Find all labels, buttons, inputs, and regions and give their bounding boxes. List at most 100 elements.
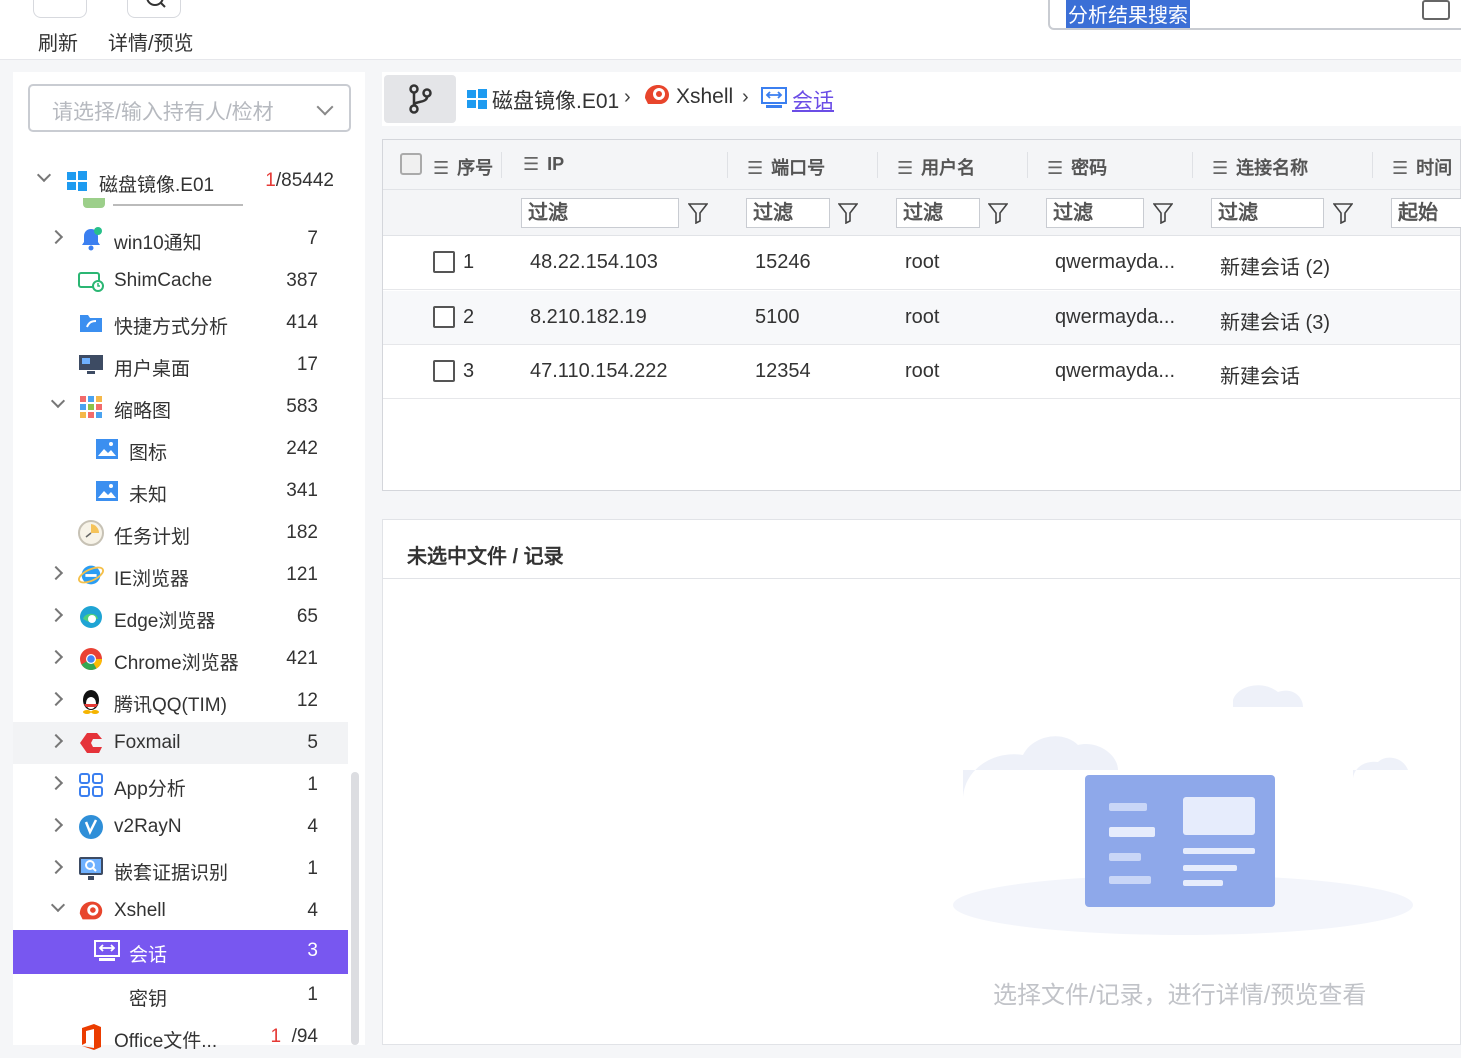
column-divider[interactable]: [1372, 152, 1373, 178]
column-divider[interactable]: [1192, 152, 1193, 178]
tree-item-label: 任务计划: [114, 527, 191, 548]
breadcrumb-root[interactable]: 磁盘镜像.E01: [492, 85, 619, 115]
breadcrumb-app[interactable]: Xshell: [676, 85, 733, 109]
tree-item-scheduled-tasks[interactable]: 任务计划 182: [13, 512, 348, 554]
tree-item-app-analysis[interactable]: App分析 1: [13, 764, 348, 806]
tree-item-v2rayn[interactable]: v2RayN 4: [13, 806, 348, 848]
column-header-index[interactable]: ☰ 序号: [433, 154, 493, 180]
tree-item-label: Xshell: [114, 900, 166, 921]
cell-password: qwermayda...: [1055, 306, 1176, 328]
tree-item-user-desktop[interactable]: 用户桌面 17: [13, 344, 348, 386]
ie-icon: [77, 561, 105, 589]
tree-item-unknown[interactable]: 未知 341: [13, 470, 348, 512]
chevron-down-icon[interactable]: [50, 393, 66, 409]
chevron-down-icon[interactable]: [36, 167, 52, 183]
filter-icon[interactable]: [838, 202, 858, 224]
tree-item-xshell[interactable]: Xshell 4: [13, 890, 348, 932]
cell-username: root: [905, 251, 940, 273]
tree-item-shortcut-analysis[interactable]: 快捷方式分析 414: [13, 302, 348, 344]
refresh-label[interactable]: 刷新: [38, 27, 78, 56]
chevron-right-icon[interactable]: [48, 229, 64, 245]
detail-preview-button[interactable]: [127, 0, 181, 18]
tree-item-thumbnails[interactable]: 缩略图 583: [13, 386, 348, 428]
edge-icon: [77, 603, 105, 631]
keyboard-icon[interactable]: [1422, 0, 1450, 20]
username-filter-input[interactable]: 过滤: [896, 198, 980, 228]
desktop-icon: [77, 351, 105, 379]
chevron-right-icon[interactable]: [48, 733, 64, 749]
detail-preview-label[interactable]: 详情/预览: [108, 27, 194, 56]
breadcrumb-separator: ›: [742, 86, 749, 108]
owner-select[interactable]: 请选择/输入持有人/检材: [28, 84, 351, 132]
row-checkbox[interactable]: [433, 251, 455, 273]
ip-filter-input[interactable]: 过滤: [521, 198, 679, 228]
tree-item-qq[interactable]: 腾讯QQ(TIM) 12: [13, 680, 348, 722]
tree-item-count: 65: [296, 606, 318, 627]
branch-toggle-button[interactable]: [384, 75, 456, 123]
chevron-right-icon[interactable]: [48, 649, 64, 665]
refresh-button[interactable]: [33, 0, 87, 18]
table-row[interactable]: 1 48.22.154.103 15246 root qwermayda... …: [383, 236, 1460, 290]
cell-port: 5100: [755, 306, 800, 328]
tree-item-keys[interactable]: 密钥 1: [13, 974, 348, 1016]
tree-item-count: 5: [307, 732, 318, 753]
tree-item-count: 421: [286, 648, 318, 669]
tree-item-shimcache[interactable]: ShimCache 387: [13, 260, 348, 302]
chevron-down-icon[interactable]: [50, 897, 66, 913]
tree-item-office-files[interactable]: Office文件... 1 /94: [13, 1016, 348, 1058]
preview-panel: 未选中文件 / 记录 选择文件/记录，进行详情/预览查看: [382, 519, 1461, 1045]
breadcrumb-current[interactable]: 会话: [792, 85, 834, 115]
tree-item-label: 密钥: [129, 989, 168, 1010]
empty-illustration: [953, 685, 1413, 935]
chevron-right-icon[interactable]: [48, 565, 64, 581]
table-row[interactable]: 2 8.210.182.19 5100 root qwermayda... 新建…: [383, 291, 1460, 345]
tree-item-win10-notify[interactable]: win10通知 7: [13, 218, 348, 260]
tree-item-edge-browser[interactable]: Edge浏览器 65: [13, 596, 348, 638]
select-all-checkbox[interactable]: [400, 153, 422, 175]
tree-item-sessions[interactable]: 会话 3: [13, 930, 348, 974]
search-icon: [146, 0, 166, 8]
port-filter-input[interactable]: 过滤: [746, 198, 830, 228]
filter-icon[interactable]: [688, 202, 708, 224]
tree-item-label: 会话: [129, 945, 168, 966]
chevron-right-icon[interactable]: [48, 817, 64, 833]
office-icon: [77, 1023, 105, 1051]
column-header-password[interactable]: ☰ 密码: [1047, 154, 1107, 180]
chevron-right-icon[interactable]: [48, 859, 64, 875]
tree-item-ie-browser[interactable]: IE浏览器 121: [13, 554, 348, 596]
tree-item-chrome-browser[interactable]: Chrome浏览器 421: [13, 638, 348, 680]
column-divider[interactable]: [1027, 152, 1028, 178]
column-header-ip[interactable]: ☰ IP: [523, 154, 564, 175]
cell-index: 1: [463, 251, 475, 273]
tree-item-foxmail[interactable]: Foxmail 5: [13, 722, 348, 764]
connection-name-filter-input[interactable]: 过滤: [1211, 198, 1324, 228]
breadcrumb: 磁盘镜像.E01 › Xshell › 会话: [382, 72, 1461, 126]
column-divider[interactable]: [727, 152, 728, 178]
password-filter-input[interactable]: 过滤: [1046, 198, 1144, 228]
table-row[interactable]: 3 47.110.154.222 12354 root qwermayda...…: [383, 345, 1460, 399]
column-header-username[interactable]: ☰ 用户名: [897, 154, 975, 180]
time-start-filter-input[interactable]: 起始: [1391, 198, 1461, 228]
chevron-right-icon[interactable]: [48, 691, 64, 707]
cell-index: 3: [463, 360, 475, 382]
tree-item-label: 图标: [129, 443, 168, 464]
column-divider[interactable]: [501, 152, 502, 178]
result-search-input[interactable]: 分析结果搜索: [1048, 0, 1461, 30]
chevron-right-icon[interactable]: [48, 607, 64, 623]
chevron-right-icon[interactable]: [48, 775, 64, 791]
filter-icon[interactable]: [988, 202, 1008, 224]
column-divider[interactable]: [877, 152, 878, 178]
tree-item-nested-evidence[interactable]: 嵌套证据识别 1: [13, 848, 348, 890]
tree-item-icons[interactable]: 图标 242: [13, 428, 348, 470]
column-header-port[interactable]: ☰ 端口号: [747, 154, 825, 180]
tree-item-disk-image[interactable]: 磁盘镜像.E01 1/85442: [13, 160, 348, 202]
tree-scrollbar[interactable]: [351, 772, 359, 1045]
filter-icon[interactable]: [1333, 202, 1353, 224]
row-checkbox[interactable]: [433, 360, 455, 382]
column-header-connection-name[interactable]: ☰ 连接名称: [1212, 154, 1308, 180]
row-checkbox[interactable]: [433, 306, 455, 328]
column-header-time[interactable]: ☰ 时间: [1392, 154, 1452, 180]
clock-icon: [77, 519, 105, 547]
filter-icon[interactable]: [1153, 202, 1173, 224]
windows-icon: [63, 167, 91, 195]
